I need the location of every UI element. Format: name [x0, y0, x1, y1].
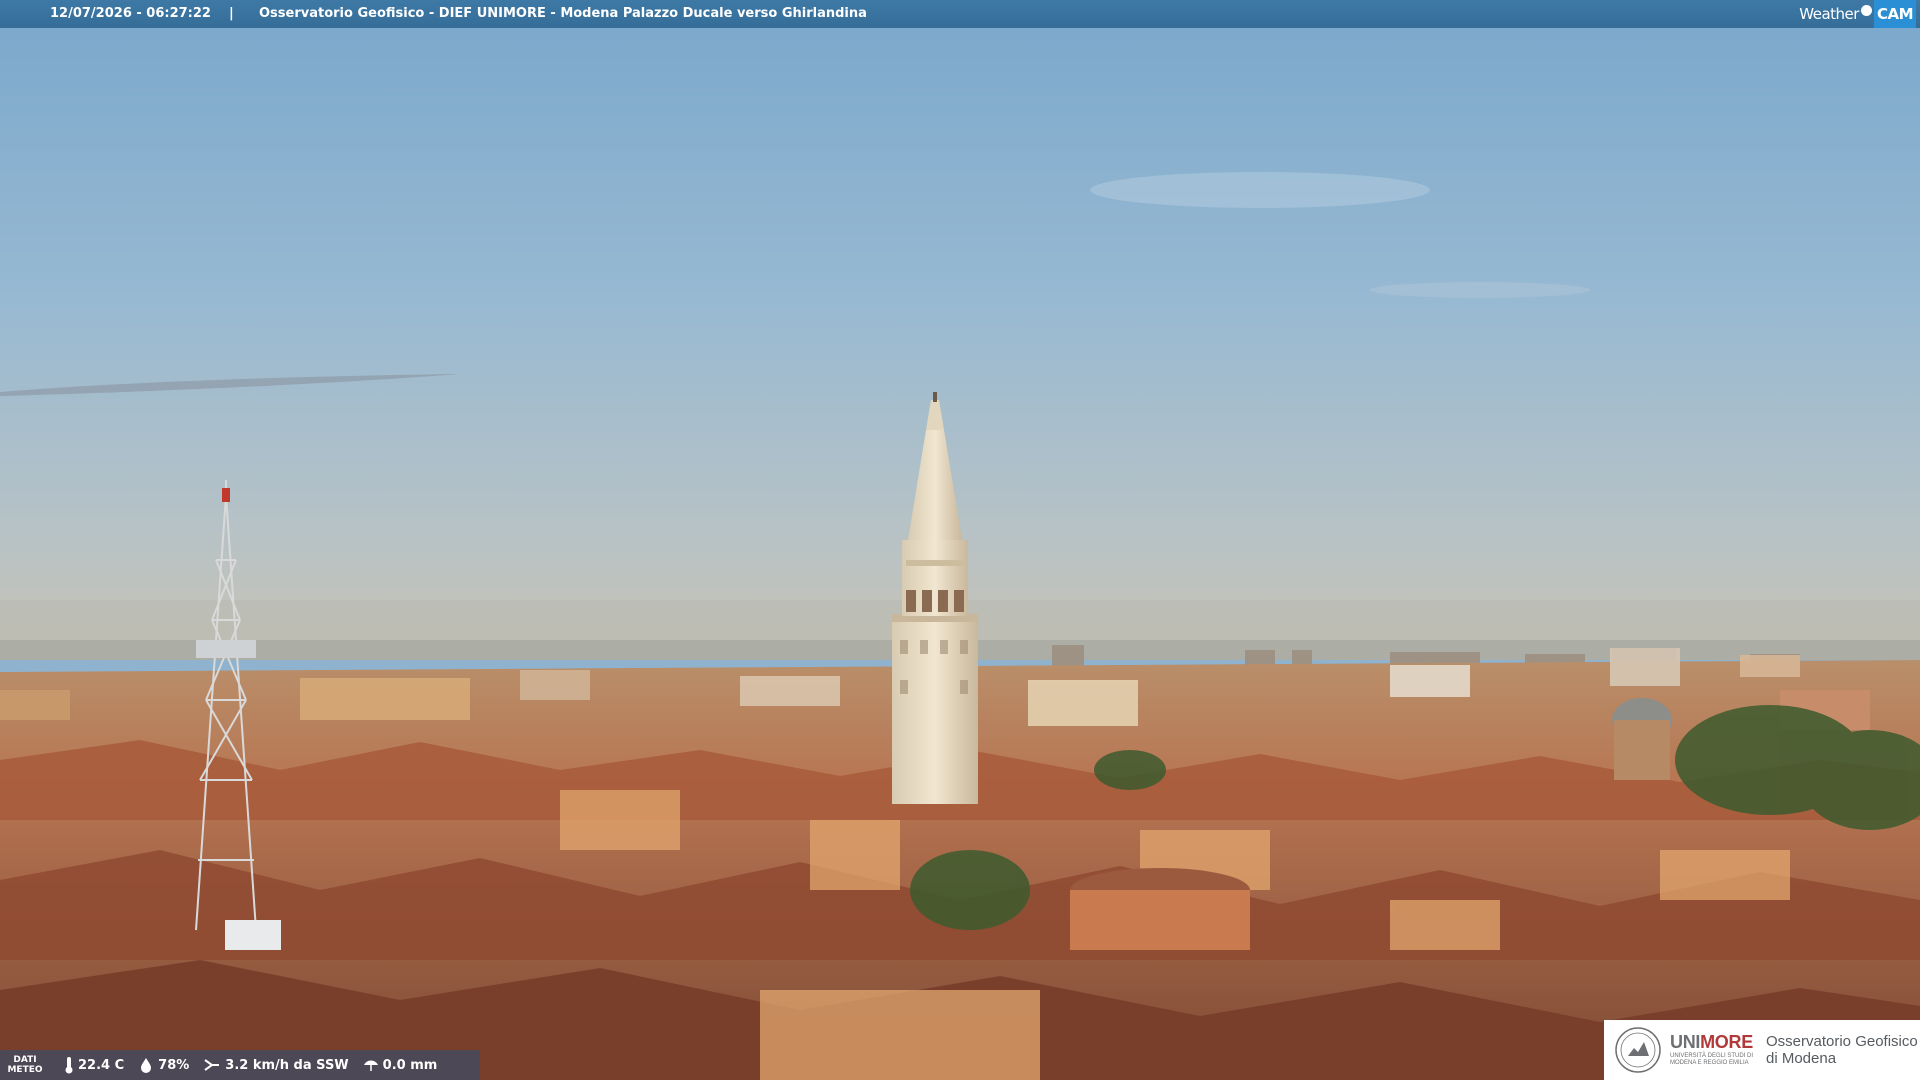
- location-caption: Osservatorio Geofisico - DIEF UNIMORE - …: [259, 6, 867, 21]
- thermometer-icon: [65, 1057, 73, 1074]
- observatory-line1: Osservatorio Geofisico: [1766, 1033, 1918, 1050]
- brand-cam: CAM: [1873, 0, 1916, 28]
- meteo-label-line2: METEO: [7, 1065, 43, 1075]
- weathercam-logo: Weather CAM: [1799, 0, 1916, 28]
- caption-separator: |: [229, 6, 234, 21]
- timestamp: 12/07/2026 - 06:27:22: [50, 6, 211, 21]
- meteo-label-line1: DATI: [13, 1055, 37, 1065]
- unimore-logo-box: UNIMORE UNIVERSITÀ DEGLI STUDI DI MODENA…: [1604, 1020, 1920, 1080]
- rain-reading: 0.0 mm: [363, 1057, 438, 1073]
- unimore-suffix: MORE: [1700, 1032, 1753, 1052]
- weather-data-strip: DATI METEO 22.4 C 78% 3.2 km/h da SSW 0.…: [0, 1050, 480, 1080]
- brand-weather: Weather: [1799, 5, 1859, 23]
- rain-value: 0.0 mm: [382, 1057, 438, 1073]
- university-seal-icon: [1615, 1027, 1661, 1073]
- webcam-image: [0, 0, 1920, 1080]
- unimore-wordmark: UNIMORE UNIVERSITÀ DEGLI STUDI DI MODENA…: [1670, 1033, 1756, 1067]
- unimore-prefix: UNI: [1670, 1032, 1701, 1052]
- wind-reading: 3.2 km/h da SSW: [203, 1057, 349, 1073]
- temperature-value: 22.4 C: [78, 1057, 125, 1073]
- wind-icon: [204, 1059, 220, 1071]
- observatory-name: Osservatorio Geofisico di Modena: [1766, 1033, 1918, 1067]
- unimore-subtitle: UNIVERSITÀ DEGLI STUDI DI MODENA E REGGI…: [1670, 1053, 1754, 1066]
- observatory-line2: di Modena: [1766, 1050, 1837, 1067]
- meteo-label: DATI METEO: [0, 1055, 50, 1075]
- unimore-name: UNIMORE: [1670, 1033, 1756, 1051]
- caption-bar: 12/07/2026 - 06:27:22 | Osservatorio Geo…: [0, 0, 1920, 28]
- humidity-value: 78%: [158, 1057, 190, 1073]
- humidity-reading: 78%: [138, 1057, 189, 1073]
- brand-dot-icon: [1860, 4, 1872, 16]
- temperature-reading: 22.4 C: [64, 1056, 124, 1074]
- humidity-drop-icon: [141, 1058, 152, 1073]
- rain-icon: [363, 1060, 378, 1071]
- wind-value: 3.2 km/h da SSW: [225, 1057, 349, 1073]
